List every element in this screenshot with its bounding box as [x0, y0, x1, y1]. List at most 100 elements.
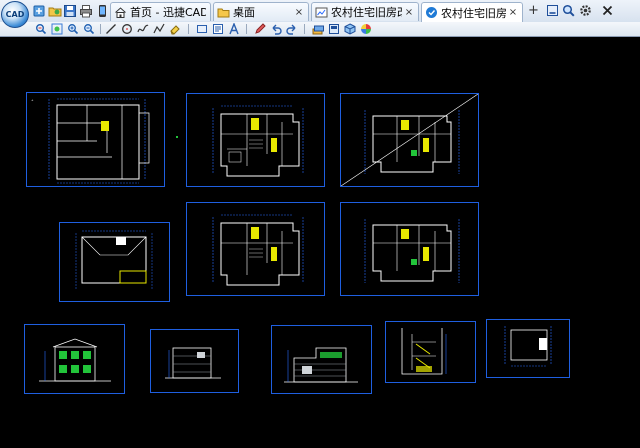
tab-close-icon[interactable]: ×: [294, 7, 304, 18]
redo-icon: [286, 24, 296, 35]
drawing-canvas[interactable]: +: [0, 37, 640, 448]
app-logo-text: CAD: [5, 10, 25, 19]
3d-box-icon: [344, 23, 356, 35]
tab-label: 桌面: [233, 6, 255, 19]
section-drawing: [401, 328, 447, 375]
drawing-sheet-floor-plan-1[interactable]: +: [26, 92, 165, 187]
title-tab-bar: CAD 首页 - 迅捷CAD看图 桌面 × 农村住宅旧房改造... ×: [0, 0, 640, 28]
layers-icon: [312, 25, 324, 35]
svg-text:+: +: [31, 98, 34, 102]
circle-button[interactable]: [120, 22, 134, 36]
tab-drawing-1[interactable]: 农村住宅旧房改造... ×: [311, 2, 419, 21]
text-frame-button[interactable]: [211, 22, 225, 36]
open-folder-button[interactable]: [47, 3, 62, 18]
save-icon: [63, 4, 76, 17]
search-icon: [562, 4, 575, 17]
line-button[interactable]: [104, 22, 118, 36]
drawing-sheet-elevation-1[interactable]: [24, 324, 125, 394]
drawing-toolbar: [0, 22, 640, 37]
settings-button[interactable]: [578, 3, 593, 18]
toolbar-separator: [188, 24, 189, 34]
home-icon: [115, 6, 126, 18]
rectangle-button[interactable]: [195, 22, 209, 36]
text-button[interactable]: [227, 22, 241, 36]
print-button[interactable]: [78, 3, 93, 18]
redo-button[interactable]: [285, 22, 299, 36]
roof-plan-drawing: [75, 230, 153, 289]
elevation-drawing: [165, 347, 221, 379]
save-button[interactable]: [62, 3, 77, 18]
app-logo[interactable]: CAD: [1, 1, 29, 28]
floor-plan-drawing: [364, 219, 460, 283]
tab-drawing-2-active[interactable]: 农村住宅旧房改造... ×: [421, 2, 523, 22]
spline-button[interactable]: [136, 22, 150, 36]
floor-plan-drawing: [340, 93, 479, 187]
zoom-out-button[interactable]: [82, 22, 96, 36]
zoom-window-button[interactable]: [34, 22, 48, 36]
drawing-sheet-floor-plan-4[interactable]: [186, 202, 325, 296]
folder-icon: [217, 8, 230, 17]
print-window-icon: [329, 24, 339, 34]
floor-plan-drawing: [212, 214, 304, 286]
drawing-sheet-floor-plan-3[interactable]: [340, 93, 479, 187]
close-window-button[interactable]: [600, 3, 615, 18]
line-icon: [106, 24, 116, 34]
drawing-sheet-detail[interactable]: [486, 319, 570, 378]
pen-icon: [255, 23, 266, 34]
drawing-sheet-section[interactable]: [385, 321, 476, 383]
zoom-in-button[interactable]: [66, 22, 80, 36]
elevation-drawing: [284, 347, 358, 383]
print-window-button[interactable]: [327, 22, 341, 36]
zoom-window-icon: [36, 24, 47, 35]
zoom-out-icon: [84, 24, 95, 35]
floor-plan-drawing: [212, 105, 304, 177]
tab-close-icon[interactable]: ×: [404, 7, 414, 18]
rectangle-icon: [197, 25, 207, 33]
drawing-sheet-elevation-3[interactable]: [271, 325, 372, 394]
text-frame-icon: [213, 24, 223, 34]
zoom-in-icon: [68, 24, 79, 35]
eraser-icon: [170, 25, 180, 35]
circle-icon: [122, 24, 132, 34]
polyline-icon: [153, 23, 165, 34]
toolbar-separator: [246, 24, 247, 34]
drawing-sheet-floor-plan-5[interactable]: [340, 202, 479, 296]
tab-close-icon[interactable]: ×: [508, 7, 518, 18]
drawing-sheet-floor-plan-2[interactable]: [186, 93, 325, 187]
elevation-drawing: [39, 338, 111, 382]
cad-point-marker: [176, 136, 178, 138]
spline-icon: [137, 24, 149, 33]
drawing-icon: [426, 7, 437, 18]
tab-home[interactable]: 首页 - 迅捷CAD看图: [110, 2, 211, 21]
toolbar-separator: [100, 24, 101, 34]
zoom-extents-button[interactable]: [50, 22, 64, 36]
open-button[interactable]: [31, 3, 46, 18]
3d-box-button[interactable]: [343, 22, 357, 36]
app-window: CAD 首页 - 迅捷CAD看图 桌面 × 农村住宅旧房改造... ×: [0, 0, 640, 448]
color-wheel-icon: [361, 24, 371, 34]
drawing-sheet-elevation-2[interactable]: [150, 329, 239, 393]
undo-button[interactable]: [269, 22, 283, 36]
tab-label: 农村住宅旧房改造...: [331, 6, 402, 19]
layers-button[interactable]: [311, 22, 325, 36]
eraser-button[interactable]: [168, 22, 182, 36]
undo-icon: [272, 24, 282, 35]
print-icon: [79, 4, 92, 17]
polyline-button[interactable]: [152, 22, 166, 36]
new-tab-button[interactable]: +: [526, 3, 541, 18]
mobile-button[interactable]: [94, 3, 109, 18]
close-icon: [602, 5, 613, 16]
mobile-icon: [98, 4, 106, 17]
minimize-button[interactable]: [545, 3, 560, 18]
open-icon: [33, 5, 44, 16]
floor-plan-drawing: +: [31, 98, 150, 184]
text-icon: [229, 23, 239, 35]
tab-label: 农村住宅旧房改造...: [441, 6, 506, 20]
search-button[interactable]: [561, 3, 576, 18]
toolbar-separator: [304, 24, 305, 34]
drawing-sheet-roof-plan[interactable]: [59, 222, 170, 302]
color-wheel-button[interactable]: [359, 22, 373, 36]
tab-desktop[interactable]: 桌面 ×: [213, 2, 309, 21]
pen-button[interactable]: [253, 22, 267, 36]
detail-drawing: [504, 326, 552, 367]
